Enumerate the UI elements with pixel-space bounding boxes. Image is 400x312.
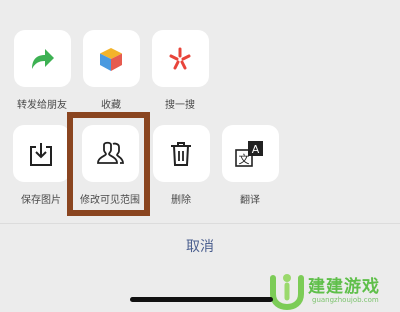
favorite-cube-icon [100,47,122,71]
forward-to-friend-action[interactable]: 转发给朋友 [6,30,78,111]
watermark-logo-icon [270,274,304,310]
search-star-icon [169,47,191,69]
svg-text:文: 文 [239,152,250,166]
save-image-tile[interactable] [12,125,70,182]
translate-action[interactable]: 文 A 翻译 [214,125,286,206]
trash-icon [171,141,191,166]
watermark: 建建游戏 guangzhoujob.com [268,268,390,312]
delete-label: 删除 [171,195,191,206]
watermark-url: guangzhoujob.com [312,296,379,304]
translate-tile[interactable]: 文 A [221,125,279,182]
watermark-text: 建建游戏 [308,277,380,297]
search-action[interactable]: 搜一搜 [144,30,216,111]
delete-action[interactable]: 删除 [145,125,217,206]
divider [0,223,400,224]
favorite-action[interactable]: 收藏 [75,30,147,111]
translate-label: 翻译 [240,195,260,206]
favorite-tile[interactable] [82,30,140,87]
save-download-icon [30,142,52,166]
svg-text:A: A [252,143,260,156]
delete-tile[interactable] [152,125,210,182]
favorite-label: 收藏 [101,100,121,111]
action-sheet: 转发给朋友 收藏 搜一搜 保存图片 修改可见范围 删除 文 A 翻译 取消 建建… [0,0,400,312]
cancel-button[interactable]: 取消 [0,236,400,256]
translate-icon: 文 A [235,140,263,167]
home-indicator[interactable] [130,297,273,302]
share-arrow-icon [32,48,54,69]
search-label: 搜一搜 [165,100,195,111]
search-tile[interactable] [151,30,209,87]
forward-tile[interactable] [13,30,71,87]
forward-label: 转发给朋友 [17,100,67,111]
highlight-box [67,112,150,216]
